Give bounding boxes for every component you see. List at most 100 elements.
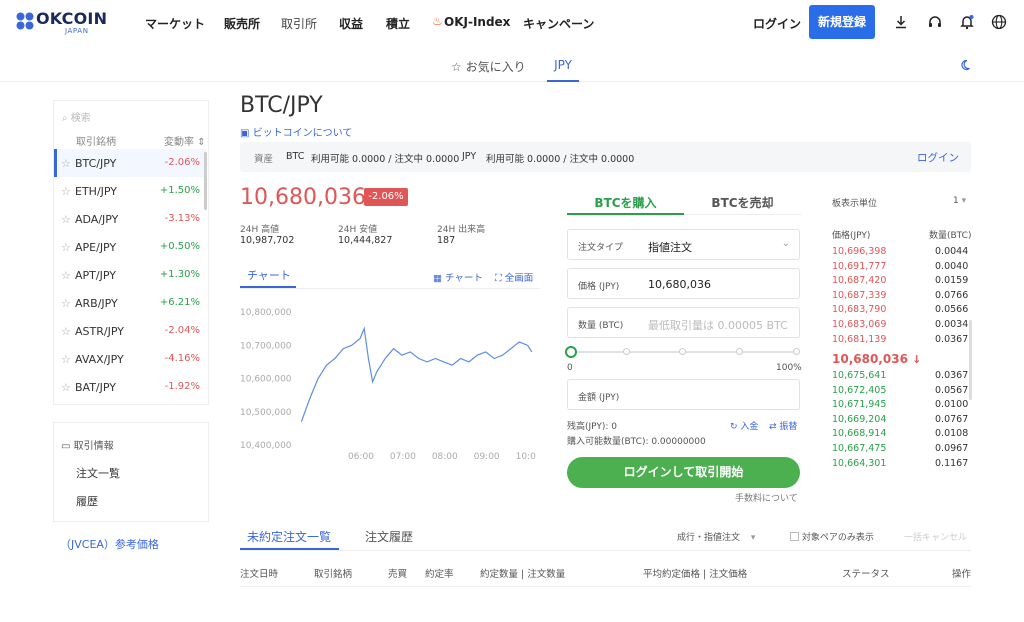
tab-sell-btc[interactable]: BTCを売却 (684, 185, 801, 215)
bid-price[interactable]: 10,671,945 (832, 399, 886, 410)
slider-step-75[interactable] (736, 348, 743, 355)
bid-price[interactable]: 10,672,405 (832, 385, 886, 396)
nav-campaign[interactable]: キャンペーン (523, 15, 594, 32)
history-link[interactable]: 履歴 (76, 493, 98, 509)
tab-open-orders[interactable]: 未約定注文一覧 (247, 528, 331, 545)
market-list-item[interactable]: ☆ AVAX/JPY -4.16% (54, 345, 206, 373)
market-list-item[interactable]: ☆ ARB/JPY +6.21% (54, 289, 206, 317)
ask-qty[interactable]: 0.0566 (935, 304, 968, 315)
tab-jpy[interactable]: JPY (547, 58, 579, 72)
ask-qty[interactable]: 0.0766 (935, 290, 968, 301)
bid-price[interactable]: 10,664,301 (832, 458, 886, 469)
ask-qty[interactable]: 0.0367 (935, 334, 968, 345)
star-icon[interactable]: ☆ (61, 381, 71, 394)
tab-favorites-label: お気に入り (465, 60, 526, 74)
market-list-item[interactable]: ☆ ASTR/JPY -2.04% (54, 317, 206, 345)
fullscreen-button[interactable]: ⛶ 全画面 (495, 270, 533, 284)
fee-info-link[interactable]: 手数料について (735, 491, 798, 504)
price-field[interactable]: 価格 (JPY) 10,680,036 (567, 268, 800, 299)
ask-price[interactable]: 10,687,339 (832, 290, 886, 301)
bid-qty[interactable]: 0.0767 (935, 414, 968, 425)
pair-only-checkbox[interactable]: 対象ペアのみ表示 (790, 530, 874, 543)
ask-qty[interactable]: 0.0044 (935, 246, 968, 257)
bid-qty[interactable]: 0.1167 (935, 458, 968, 469)
ask-price[interactable]: 10,691,777 (832, 261, 886, 272)
star-icon[interactable]: ☆ (61, 241, 71, 254)
cancel-all-button[interactable]: 一括キャンセル (904, 530, 967, 543)
nav-okj-index[interactable]: OKJ-Index (444, 15, 510, 29)
login-to-trade-button[interactable]: ログインして取引開始 (567, 457, 800, 488)
about-bitcoin-link[interactable]: ▣ ビットコインについて (240, 124, 352, 139)
nav-earn[interactable]: 収益 (339, 15, 363, 32)
col-change-header[interactable]: 変動率 ⇕ (164, 133, 206, 148)
market-list-item[interactable]: ☆ BAT/JPY -1.92% (54, 373, 206, 401)
nav-exchange[interactable]: 取引所 (281, 15, 317, 32)
okcoin-logo-icon[interactable] (16, 12, 34, 30)
jvcea-reference-link[interactable]: （JVCEA）参考価格 (60, 536, 159, 552)
market-list-item[interactable]: ☆ ETH/JPY +1.50% (54, 177, 206, 205)
slider-step-25[interactable] (623, 348, 630, 355)
moon-icon[interactable] (959, 59, 971, 71)
star-icon[interactable]: ☆ (61, 157, 71, 170)
bid-price[interactable]: 10,669,204 (832, 414, 886, 425)
tab-chart[interactable]: チャート (247, 267, 291, 283)
orderbook-scrollbar[interactable] (969, 320, 972, 400)
nav-savings[interactable]: 積立 (386, 15, 410, 32)
login-link[interactable]: ログイン (753, 15, 801, 32)
bid-price[interactable]: 10,668,914 (832, 428, 886, 439)
ask-qty[interactable]: 0.0040 (935, 261, 968, 272)
deposit-link[interactable]: ↻ 入金 (730, 419, 758, 432)
bid-qty[interactable]: 0.0108 (935, 428, 968, 439)
market-list-item[interactable]: ☆ APT/JPY +1.30% (54, 261, 206, 289)
tab-favorites[interactable]: ☆ お気に入り (451, 58, 526, 75)
chart-tool-button[interactable]: ▦ チャート (433, 270, 483, 284)
market-list-item[interactable]: ☆ APE/JPY +0.50% (54, 233, 206, 261)
ask-price[interactable]: 10,681,139 (832, 334, 886, 345)
globe-icon[interactable] (991, 14, 1007, 30)
list-scrollbar[interactable] (204, 152, 207, 210)
ask-price[interactable]: 10,687,420 (832, 275, 886, 286)
quantity-field[interactable]: 数量 (BTC) 最低取引量は 0.00005 BTC (567, 307, 800, 338)
bid-price[interactable]: 10,667,475 (832, 443, 886, 454)
bid-price[interactable]: 10,675,641 (832, 370, 886, 381)
download-icon[interactable] (893, 14, 909, 30)
order-type-select[interactable]: 注文タイプ 指値注文 ⌄ (567, 229, 800, 260)
ask-qty[interactable]: 0.0159 (935, 275, 968, 286)
market-list-item[interactable]: ☆ BTC/JPY -2.06% (54, 149, 206, 177)
market-list-item[interactable]: ☆ ADA/JPY -3.13% (54, 205, 206, 233)
slider-step-50[interactable] (679, 348, 686, 355)
price-chart[interactable]: 10,800,000 10,700,000 10,600,000 10,500,000… (238, 300, 540, 465)
nav-market[interactable]: マーケット (145, 15, 205, 32)
slider-step-100[interactable] (793, 348, 800, 355)
ask-qty[interactable]: 0.0034 (935, 319, 968, 330)
bell-icon[interactable] (959, 14, 975, 30)
bid-qty[interactable]: 0.0367 (935, 370, 968, 381)
star-icon[interactable]: ☆ (61, 185, 71, 198)
tab-buy-btc[interactable]: BTCを購入 (567, 185, 684, 215)
bid-qty[interactable]: 0.0967 (935, 443, 968, 454)
star-icon[interactable]: ☆ (61, 325, 71, 338)
bid-qty[interactable]: 0.0567 (935, 385, 968, 396)
amount-slider-handle[interactable] (565, 346, 577, 358)
order-list-link[interactable]: 注文一覧 (76, 465, 120, 481)
search-input[interactable]: ⌕ 検索 (62, 109, 91, 124)
amount-slider-track[interactable] (573, 351, 799, 353)
logo-text[interactable]: OKCOIN (36, 9, 107, 28)
transfer-link[interactable]: ⇄ 振替 (769, 419, 797, 432)
bid-qty[interactable]: 0.0100 (935, 399, 968, 410)
star-icon[interactable]: ☆ (61, 213, 71, 226)
orderbook-unit-select[interactable]: 1 ▾ (953, 196, 966, 206)
ask-price[interactable]: 10,696,398 (832, 246, 886, 257)
ask-price[interactable]: 10,683,069 (832, 319, 886, 330)
nav-store[interactable]: 販売所 (224, 15, 260, 32)
star-icon[interactable]: ☆ (61, 297, 71, 310)
signup-button[interactable]: 新規登録 (809, 5, 875, 39)
assets-login-link[interactable]: ログイン (917, 150, 959, 165)
order-type-filter[interactable]: 成行・指値注文 ▾ (677, 530, 755, 543)
star-icon[interactable]: ☆ (61, 353, 71, 366)
headset-icon[interactable] (927, 14, 943, 30)
ask-price[interactable]: 10,683,790 (832, 304, 886, 315)
amount-field[interactable]: 金額 (JPY) (567, 379, 800, 410)
star-icon[interactable]: ☆ (61, 269, 71, 282)
tab-order-history[interactable]: 注文履歴 (365, 528, 413, 545)
